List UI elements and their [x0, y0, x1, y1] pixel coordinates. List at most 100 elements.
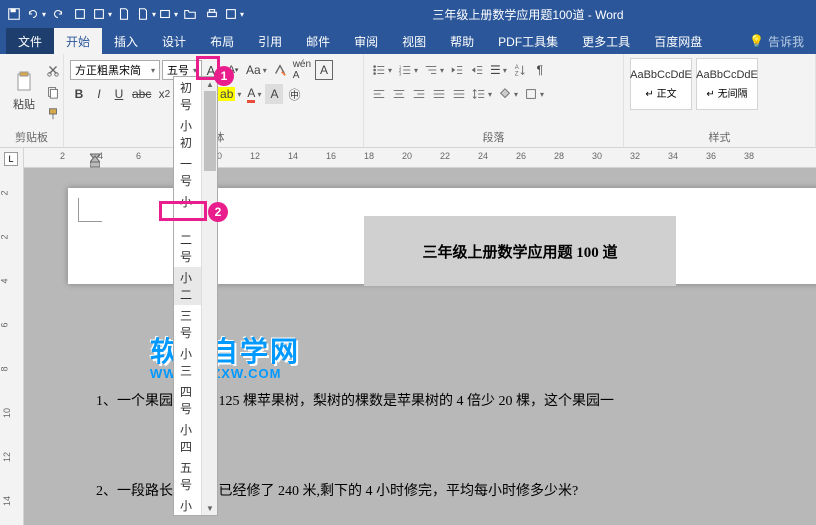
font-color-icon[interactable]: A▾	[245, 84, 263, 104]
size-option[interactable]: 小初	[174, 115, 202, 153]
style-preview-text: AaBbCcDdE	[630, 69, 692, 81]
tab-view[interactable]: 视图	[390, 28, 438, 54]
print-icon[interactable]	[202, 4, 222, 24]
scroll-thumb[interactable]	[204, 91, 216, 171]
size-option[interactable]: 小五	[174, 495, 202, 516]
line-spacing-icon[interactable]: ▾	[470, 84, 494, 104]
page-corner-mark	[78, 198, 102, 222]
align-center-icon[interactable]	[390, 84, 408, 104]
align-justify-icon[interactable]	[430, 84, 448, 104]
numbering-icon[interactable]: 123▾	[396, 60, 420, 80]
multilevel-list-icon[interactable]: ▾	[422, 60, 446, 80]
clipboard-group-label: 剪贴板	[6, 127, 57, 145]
ruler-number: 32	[630, 151, 640, 161]
tab-layout[interactable]: 布局	[198, 28, 246, 54]
ruler-number: 4	[98, 151, 103, 161]
size-option[interactable]: 小三	[174, 343, 202, 381]
phonetic-guide-icon[interactable]: wénA	[291, 60, 313, 80]
char-shading-icon[interactable]: A	[265, 84, 283, 104]
tab-help[interactable]: 帮助	[438, 28, 486, 54]
increase-indent-icon[interactable]	[468, 60, 486, 80]
ruler-number: 8	[0, 366, 10, 371]
ruler-number: 34	[668, 151, 678, 161]
tab-mailings[interactable]: 邮件	[294, 28, 342, 54]
tab-baidu[interactable]: 百度网盘	[642, 28, 714, 54]
tell-me[interactable]: 💡 告诉我	[737, 28, 816, 54]
ruler-number: 4	[0, 278, 10, 283]
font-name-combo[interactable]: 方正粗黑宋简▾	[70, 60, 160, 80]
qat-btn-8[interactable]: ▾	[224, 4, 244, 24]
clear-format-icon[interactable]	[271, 60, 289, 80]
format-painter-icon[interactable]	[44, 104, 62, 124]
save-icon[interactable]	[4, 4, 24, 24]
shading-icon[interactable]: ▾	[496, 84, 520, 104]
quick-access-toolbar: ▾ ▾ ▾ ▾ ▾	[4, 4, 244, 24]
tab-review[interactable]: 审阅	[342, 28, 390, 54]
tab-selector[interactable]: L	[4, 152, 18, 166]
open-folder-icon[interactable]	[180, 4, 200, 24]
tab-file[interactable]: 文件	[6, 28, 54, 54]
qat-btn-2[interactable]: ▾	[92, 4, 112, 24]
tab-insert[interactable]: 插入	[102, 28, 150, 54]
size-option[interactable]: 小一	[174, 191, 202, 229]
size-option[interactable]: 五号	[174, 457, 202, 495]
size-option[interactable]: 小四	[174, 419, 202, 457]
scroll-down-arrow[interactable]: ▼	[202, 501, 218, 515]
new-file-icon[interactable]	[114, 4, 134, 24]
align-right-icon[interactable]	[410, 84, 428, 104]
bold-button[interactable]: B	[70, 84, 88, 104]
document-viewport[interactable]: 2468101214161820222426283032343638 三年级上册…	[24, 148, 816, 525]
ruler-number: 20	[402, 151, 412, 161]
ruler-number: 2	[60, 151, 65, 161]
doc-title-text: 三年级上册数学应用题 100 道	[422, 241, 617, 262]
size-option[interactable]: 二号	[174, 229, 202, 267]
style-normal[interactable]: AaBbCcDdE ↵ 正文	[630, 58, 692, 110]
paste-button[interactable]: 粘贴	[6, 58, 42, 124]
asian-layout-icon[interactable]: ☰▾	[488, 60, 509, 80]
cut-icon[interactable]	[44, 60, 62, 80]
horizontal-ruler[interactable]: 2468101214161820222426283032343638	[24, 148, 816, 168]
tab-pdf[interactable]: PDF工具集	[486, 28, 570, 54]
size-option[interactable]: 一号	[174, 153, 202, 191]
dropdown-list: 初号小初一号小一二号小二三号小三四号小四五号小五六号小六七号八号55.566.5…	[174, 77, 202, 516]
italic-button[interactable]: I	[90, 84, 108, 104]
style-name: ↵ 无间隔	[706, 85, 747, 100]
ruler-number: 36	[706, 151, 716, 161]
size-option[interactable]: 三号	[174, 305, 202, 343]
qat-btn-1[interactable]	[70, 4, 90, 24]
bullets-icon[interactable]: ▾	[370, 60, 394, 80]
doc-paragraph-2[interactable]: 2、一段路长 324 米,已经修了 240 米,剩下的 4 小时修完，平均每小时…	[96, 480, 578, 500]
char-border-icon[interactable]: A	[315, 60, 333, 80]
size-option[interactable]: 初号	[174, 77, 202, 115]
sort-icon[interactable]: AZ	[511, 60, 529, 80]
undo-icon[interactable]: ▾	[26, 4, 46, 24]
tab-more[interactable]: 更多工具	[570, 28, 642, 54]
qat-btn-5[interactable]: ▾	[158, 4, 178, 24]
redo-icon[interactable]	[48, 4, 68, 24]
strikethrough-icon[interactable]: abc	[130, 84, 153, 104]
show-marks-icon[interactable]: ¶	[531, 60, 549, 80]
tab-design[interactable]: 设计	[150, 28, 198, 54]
copy-icon[interactable]	[44, 82, 62, 102]
change-case-icon[interactable]: Aa▾	[244, 60, 269, 80]
highlight-icon[interactable]: ab▾	[216, 84, 243, 104]
ruler-number: 12	[2, 452, 12, 462]
size-option[interactable]: 四号	[174, 381, 202, 419]
window-title: 三年级上册数学应用题100道 - Word	[244, 6, 812, 23]
align-left-icon[interactable]	[370, 84, 388, 104]
ruler-number: 22	[440, 151, 450, 161]
ruler-number: 6	[0, 322, 10, 327]
size-option[interactable]: 小二	[174, 267, 202, 305]
borders-icon[interactable]: ▾	[522, 84, 546, 104]
underline-button[interactable]: U	[110, 84, 128, 104]
distributed-icon[interactable]	[450, 84, 468, 104]
subscript-icon[interactable]: x2	[155, 84, 173, 104]
qat-btn-4[interactable]: ▾	[136, 4, 156, 24]
doc-title-box[interactable]: 三年级上册数学应用题 100 道	[364, 216, 676, 286]
tab-references[interactable]: 引用	[246, 28, 294, 54]
decrease-indent-icon[interactable]	[448, 60, 466, 80]
style-nospace[interactable]: AaBbCcDdE ↵ 无间隔	[696, 58, 758, 110]
enclose-char-icon[interactable]: ㊥	[285, 84, 303, 104]
dropdown-scrollbar[interactable]: ▲ ▼	[201, 77, 217, 515]
tab-home[interactable]: 开始	[54, 28, 102, 54]
